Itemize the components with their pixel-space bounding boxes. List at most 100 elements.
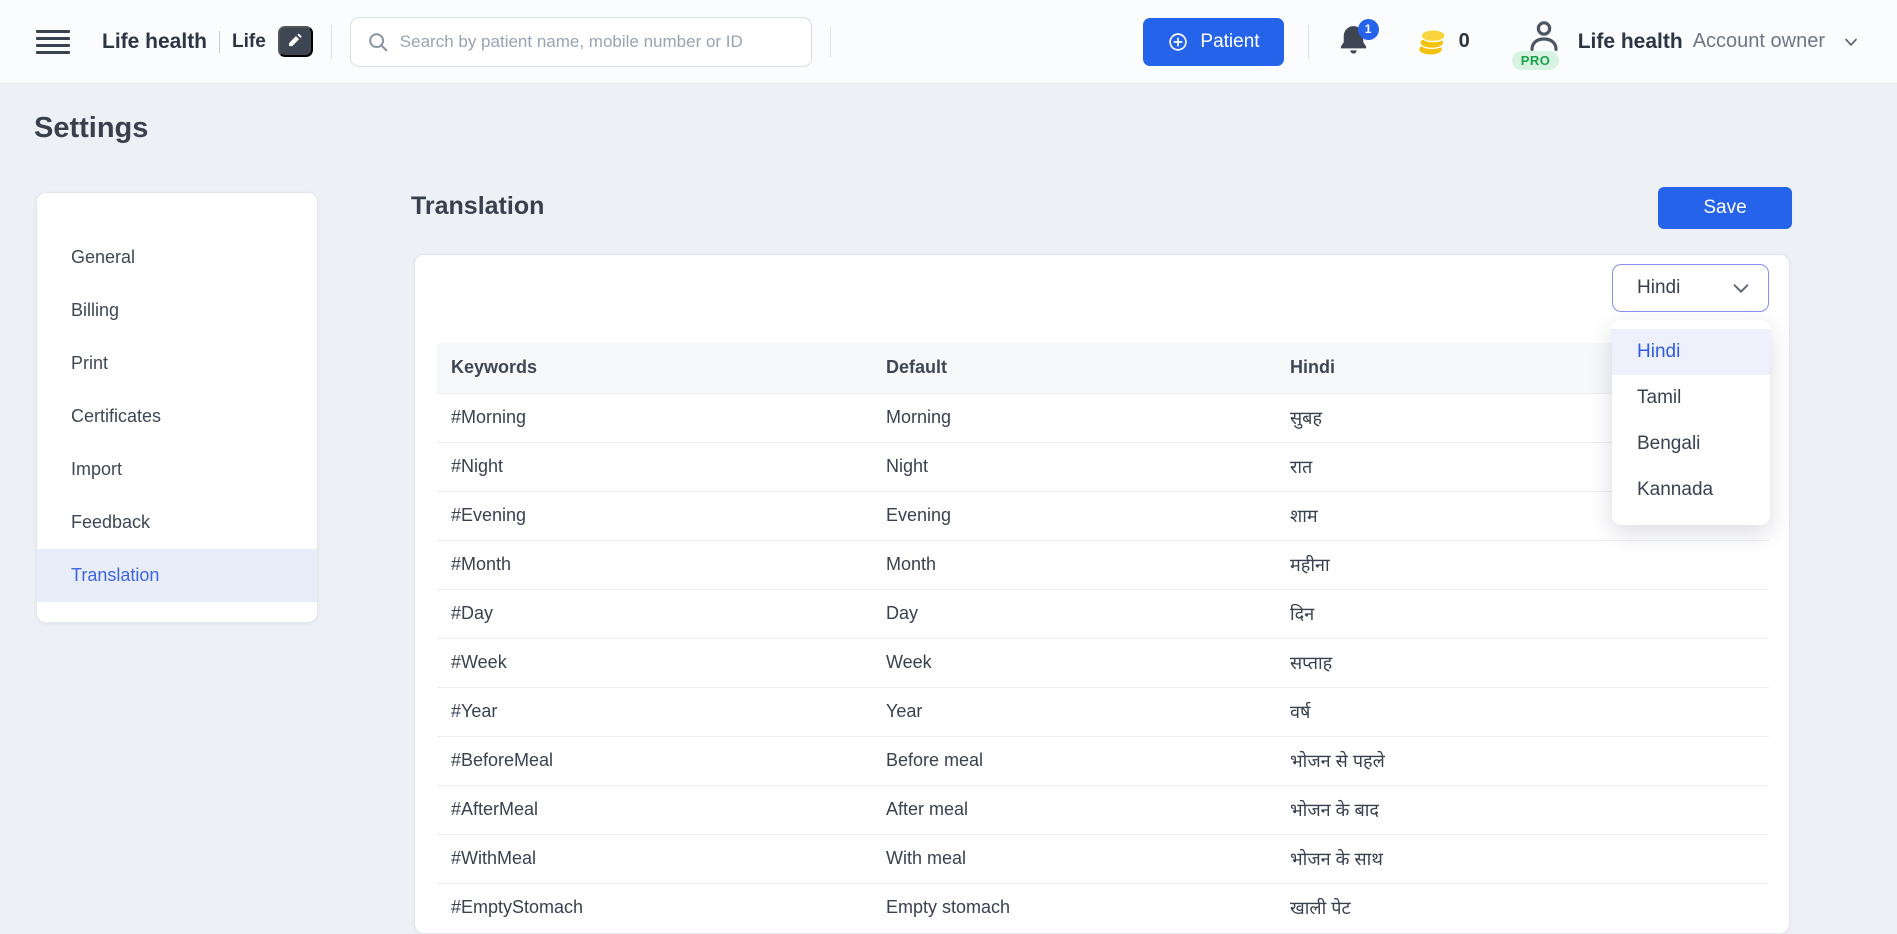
plus-circle-icon	[1167, 31, 1189, 53]
keyword-cell: #Night	[437, 441, 872, 491]
sidebar-item[interactable]: Translation	[37, 549, 317, 602]
sidebar-item-label: Import	[71, 459, 123, 479]
notifications-button[interactable]: 1	[1337, 18, 1379, 62]
add-patient-button[interactable]: Patient	[1143, 17, 1284, 66]
sidebar-item-label: Translation	[71, 565, 160, 585]
page-title: Settings	[34, 112, 149, 144]
sidebar-item[interactable]: Import	[37, 443, 317, 496]
language-dropdown-menu: Hindi Tamil Bengali Kannada	[1612, 320, 1770, 525]
default-cell: With meal	[872, 833, 1276, 883]
section-title: Translation	[411, 192, 545, 220]
language-option-label: Bengali	[1637, 433, 1701, 454]
language-select-value: Hindi	[1637, 277, 1681, 298]
language-option[interactable]: Bengali	[1612, 421, 1770, 467]
account-role: Account owner	[1692, 30, 1825, 52]
keyword-cell: #Week	[437, 637, 872, 687]
language-option-label: Tamil	[1637, 387, 1682, 408]
table-row: #BeforeMeal Before meal भोजन से पहले	[437, 735, 1769, 785]
add-patient-label: Patient	[1200, 30, 1260, 52]
table-header-row: Keywords Default Hindi	[437, 343, 1769, 393]
edit-clinic-button[interactable]	[277, 26, 313, 57]
avatar: PRO	[1511, 16, 1568, 70]
sidebar-item-label: Certificates	[71, 406, 162, 426]
table-row: #Week Week सप्ताह	[437, 637, 1769, 687]
column-header-keywords: Keywords	[437, 343, 872, 393]
keyword-cell: #Evening	[437, 490, 872, 540]
account-menu[interactable]: PRO Life health Account owner	[1511, 16, 1861, 70]
pencil-icon	[287, 33, 304, 50]
menu-icon[interactable]	[36, 29, 70, 54]
language-option[interactable]: Hindi	[1612, 329, 1770, 375]
default-cell: Before meal	[872, 735, 1276, 785]
table-row: #Month Month महीना	[437, 539, 1769, 589]
language-option[interactable]: Kannada	[1612, 467, 1770, 513]
default-cell: Empty stomach	[872, 882, 1276, 932]
column-header-default: Default	[872, 343, 1276, 393]
divider	[219, 30, 221, 53]
clinic-name: Life health	[102, 29, 208, 53]
keyword-cell: #BeforeMeal	[437, 735, 872, 785]
table-row: #Night Night रात	[437, 441, 1769, 491]
sidebar-item[interactable]: Print	[37, 337, 317, 390]
chevron-down-icon	[1841, 32, 1861, 52]
default-cell: Month	[872, 539, 1276, 589]
translation-cell[interactable]: दिन	[1276, 588, 1769, 638]
keyword-cell: #EmptyStomach	[437, 882, 872, 932]
keyword-cell: #Day	[437, 588, 872, 638]
table-row: #AfterMeal After meal भोजन के बाद	[437, 784, 1769, 834]
patient-search	[349, 16, 812, 67]
translation-cell[interactable]: भोजन के बाद	[1276, 784, 1769, 834]
account-name: Life health	[1577, 29, 1683, 53]
clinic-short-name: Life	[232, 30, 266, 52]
keyword-cell: #Year	[437, 686, 872, 736]
search-icon	[367, 31, 389, 53]
search-input[interactable]	[399, 31, 795, 52]
table-row: #Day Day दिन	[437, 588, 1769, 638]
sidebar-item[interactable]: Certificates	[37, 390, 317, 443]
table-row: #WithMeal With meal भोजन के साथ	[437, 833, 1769, 883]
keyword-cell: #WithMeal	[437, 833, 872, 883]
language-option[interactable]: Tamil	[1612, 375, 1770, 421]
language-option-label: Kannada	[1637, 479, 1714, 500]
translation-table: Keywords Default Hindi #Morning Morning …	[437, 343, 1769, 932]
table-row: #Morning Morning सुबह	[437, 392, 1769, 442]
translation-cell[interactable]: महीना	[1276, 539, 1769, 589]
translation-cell[interactable]: खाली पेट	[1276, 882, 1769, 932]
app-header: Life health Life Patient 1	[0, 0, 1897, 84]
translation-cell[interactable]: भोजन के साथ	[1276, 833, 1769, 883]
pro-badge: PRO	[1511, 50, 1560, 70]
sidebar-item[interactable]: Feedback	[37, 496, 317, 549]
default-cell: Day	[872, 588, 1276, 638]
coins-icon	[1415, 26, 1450, 58]
sidebar-item[interactable]: General	[37, 231, 317, 284]
default-cell: Morning	[872, 392, 1276, 442]
credits-count: 0	[1458, 30, 1470, 52]
sidebar-item-label: Billing	[71, 300, 120, 320]
translation-cell[interactable]: सप्ताह	[1276, 637, 1769, 687]
keyword-cell: #Morning	[437, 392, 872, 442]
translation-panel: Hindi Hindi Tamil Bengali Kannada Keywor…	[414, 254, 1790, 934]
default-cell: Evening	[872, 490, 1276, 540]
chevron-down-icon	[1730, 277, 1752, 299]
language-select[interactable]: Hindi	[1612, 264, 1769, 312]
keyword-cell: #Month	[437, 539, 872, 589]
translation-cell[interactable]: भोजन से पहले	[1276, 735, 1769, 785]
save-button[interactable]: Save	[1658, 187, 1792, 229]
translation-cell[interactable]: वर्ष	[1276, 686, 1769, 736]
sidebar-item[interactable]: Billing	[37, 284, 317, 337]
divider	[1307, 24, 1309, 59]
default-cell: Week	[872, 637, 1276, 687]
table-row: #Evening Evening शाम	[437, 490, 1769, 540]
credits-indicator[interactable]: 0	[1415, 26, 1470, 58]
default-cell: Year	[872, 686, 1276, 736]
user-icon	[1520, 16, 1568, 56]
divider	[829, 26, 831, 57]
default-cell: Night	[872, 441, 1276, 491]
sidebar-item-label: General	[71, 247, 136, 267]
keyword-cell: #AfterMeal	[437, 784, 872, 834]
sidebar-item-label: Feedback	[71, 512, 151, 532]
settings-sidebar: General Billing Print Certificates Impor…	[36, 192, 318, 623]
table-row: #EmptyStomach Empty stomach खाली पेट	[437, 882, 1769, 932]
default-cell: After meal	[872, 784, 1276, 834]
divider	[330, 24, 332, 59]
